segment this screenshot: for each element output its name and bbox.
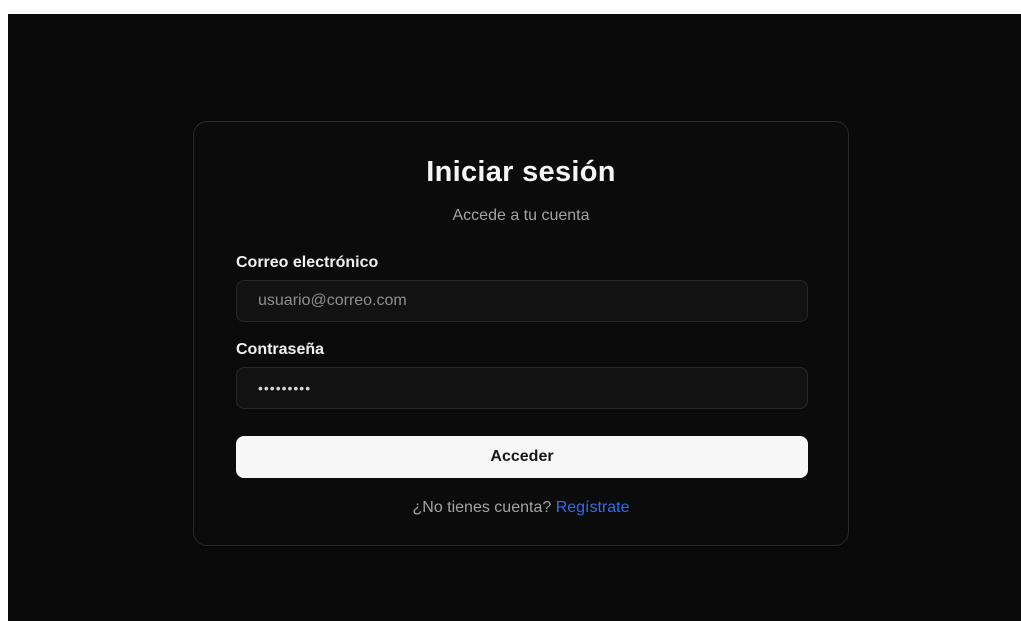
register-prompt-text: ¿No tienes cuenta?	[412, 499, 556, 516]
password-label: Contraseña	[236, 341, 325, 358]
register-prompt: ¿No tienes cuenta? Regístrate	[194, 499, 848, 517]
page-subtitle: Accede a tu cuenta	[452, 207, 590, 224]
page-background: Iniciar sesión Accede a tu cuenta Correo…	[8, 14, 1021, 621]
email-field[interactable]: usuario@correo.com	[236, 280, 808, 322]
submit-button[interactable]: Acceder	[236, 436, 808, 478]
page-title: Iniciar sesión	[426, 156, 616, 188]
register-link[interactable]: Regístrate	[556, 499, 630, 516]
password-value: •••••••••	[258, 380, 312, 396]
email-placeholder: usuario@correo.com	[258, 292, 407, 309]
password-field[interactable]: •••••••••	[236, 367, 808, 409]
login-card: Iniciar sesión Accede a tu cuenta Correo…	[193, 121, 849, 546]
email-label: Correo electrónico	[236, 254, 379, 271]
